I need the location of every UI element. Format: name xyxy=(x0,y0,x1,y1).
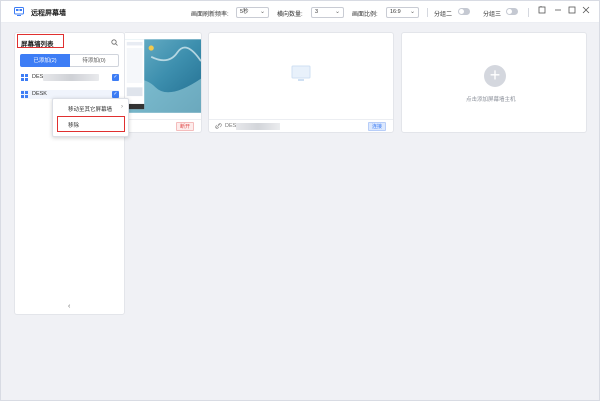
move-to-other-wall-item[interactable]: 移动至其它屏幕墙 xyxy=(68,105,112,113)
refresh-rate-select[interactable]: 5秒 ⌄ xyxy=(236,7,269,18)
item-name: DES xyxy=(32,74,44,80)
divider xyxy=(528,8,529,17)
cols-count-value: 3 xyxy=(315,9,319,15)
chevron-down-icon: ⌄ xyxy=(409,9,415,15)
screen-card-2[interactable]: DES 连接 xyxy=(208,32,394,133)
connect-button[interactable]: 连接 xyxy=(367,122,386,131)
chevron-left-icon[interactable]: ‹ xyxy=(68,303,70,310)
ratio-value: 16:9 xyxy=(390,9,401,15)
split3-toggle[interactable] xyxy=(506,8,518,15)
maximize-icon[interactable] xyxy=(567,6,577,16)
app-logo-icon xyxy=(14,7,24,16)
refresh-rate-label: 画面刷新频率: xyxy=(191,12,229,18)
highlight-box xyxy=(17,34,64,48)
list-item[interactable]: DES ✓ xyxy=(21,73,119,82)
grid-icon xyxy=(21,74,28,81)
item-name: DESK xyxy=(32,91,47,97)
divider xyxy=(427,8,428,17)
panel-tabs: 已添加(2) 待添加(0) xyxy=(20,54,119,67)
split3-label: 分组三 xyxy=(483,12,502,18)
title-bar: 远程屏幕墙 画面刷新频率: 5秒 ⌄ 横向数量: 3 ⌄ 画面比例: 16:9 … xyxy=(1,1,599,23)
tab-added[interactable]: 已添加(2) xyxy=(20,54,70,67)
tab-pending[interactable]: 待添加(0) xyxy=(70,54,119,67)
monitor-icon xyxy=(291,65,311,81)
add-screen-card[interactable]: + 点击添加屏幕墙主机 xyxy=(401,32,587,133)
redacted-name xyxy=(43,74,99,81)
split2-toggle[interactable] xyxy=(458,8,470,15)
checkbox-checked[interactable]: ✓ xyxy=(112,74,119,81)
screen-card-1[interactable]: 断开 xyxy=(125,32,202,133)
minimize-icon[interactable] xyxy=(553,6,563,16)
close-icon[interactable] xyxy=(581,6,591,16)
cols-count-select[interactable]: 3 ⌄ xyxy=(311,7,344,18)
split2-label: 分组二 xyxy=(434,12,453,18)
plus-icon[interactable]: + xyxy=(484,65,506,87)
refresh-rate-value: 5秒 xyxy=(240,9,249,15)
screen-thumbnail xyxy=(125,39,201,113)
checkbox-checked[interactable]: ✓ xyxy=(112,91,119,98)
context-menu: 移动至其它屏幕墙 › 移除 xyxy=(52,98,129,137)
search-icon[interactable] xyxy=(111,39,118,46)
add-host-text[interactable]: 点击添加屏幕墙主机 xyxy=(466,95,516,103)
remove-item[interactable]: 移除 xyxy=(68,121,79,129)
device-name: DES xyxy=(225,123,237,129)
cols-count-label: 横向数量: xyxy=(277,12,303,18)
link-icon xyxy=(215,123,222,129)
app-window: 远程屏幕墙 画面刷新频率: 5秒 ⌄ 横向数量: 3 ⌄ 画面比例: 16:9 … xyxy=(0,0,600,401)
chevron-down-icon: ⌄ xyxy=(334,9,340,15)
chevron-right-icon: › xyxy=(121,104,123,110)
chevron-down-icon: ⌄ xyxy=(259,9,265,15)
screen-wall-list-panel: 屏幕墙列表 已添加(2) 待添加(0) DES ✓ DESK ✓ ‹ xyxy=(14,32,125,315)
card-footer: 断开 xyxy=(125,119,201,132)
card-footer: DES 连接 xyxy=(209,119,393,132)
app-title: 远程屏幕墙 xyxy=(31,10,66,17)
grid-icon xyxy=(21,91,28,98)
redacted-name xyxy=(236,123,280,130)
restore-window-icon[interactable] xyxy=(537,6,547,16)
ratio-select[interactable]: 16:9 ⌄ xyxy=(386,7,419,18)
ratio-label: 画面比例: xyxy=(352,12,378,18)
disconnect-button[interactable]: 断开 xyxy=(175,122,194,131)
